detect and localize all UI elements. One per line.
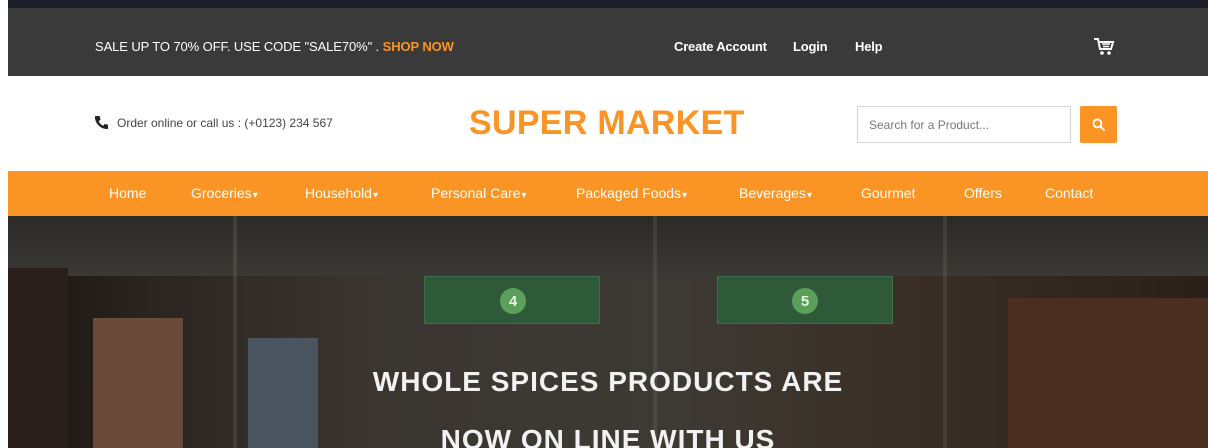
main-nav: Home Groceries▾ Household▾ Personal Care… bbox=[8, 171, 1208, 216]
nav-groceries[interactable]: Groceries▾ bbox=[191, 185, 258, 201]
phone-text: Order online or call us : (+0123) 234 56… bbox=[117, 115, 333, 130]
nav-groceries-label: Groceries bbox=[191, 185, 252, 201]
nav-household[interactable]: Household▾ bbox=[305, 185, 378, 201]
shopping-cart-icon[interactable] bbox=[1093, 37, 1115, 57]
search-input[interactable] bbox=[857, 106, 1071, 143]
nav-contact[interactable]: Contact bbox=[1045, 185, 1093, 201]
shop-now-link[interactable]: SHOP NOW bbox=[383, 39, 454, 54]
chevron-down-icon: ▾ bbox=[682, 190, 688, 201]
nav-gourmet[interactable]: Gourmet bbox=[861, 185, 915, 201]
nav-beverages[interactable]: Beverages▾ bbox=[739, 185, 812, 201]
aisle-sign-5: 5 bbox=[717, 276, 893, 324]
shelf-left bbox=[8, 268, 68, 448]
hero-title-line-1: WHOLE SPICES PRODUCTS ARE bbox=[372, 366, 844, 397]
chevron-down-icon: ▾ bbox=[806, 190, 812, 201]
nav-offers[interactable]: Offers bbox=[964, 185, 1002, 201]
hero-ceiling bbox=[8, 216, 1208, 276]
nav-packaged-foods-label: Packaged Foods bbox=[576, 185, 682, 201]
chevron-down-icon: ▾ bbox=[252, 190, 258, 201]
nav-contact-label: Contact bbox=[1045, 185, 1094, 201]
nav-gourmet-label: Gourmet bbox=[861, 185, 916, 201]
chevron-down-icon: ▾ bbox=[521, 190, 527, 201]
nav-personal-care[interactable]: Personal Care▾ bbox=[431, 185, 527, 201]
phone-icon bbox=[94, 115, 109, 130]
nav-beverages-label: Beverages bbox=[739, 185, 806, 201]
ceiling-beam bbox=[233, 216, 237, 448]
search-icon bbox=[1092, 118, 1105, 131]
brand-logo[interactable]: SUPER MARKET bbox=[469, 104, 745, 143]
site-header: Order online or call us : (+0123) 234 56… bbox=[8, 76, 1208, 171]
top-bar: SALE UP TO 70% OFF. USE CODE "SALE70%" .… bbox=[8, 8, 1208, 76]
create-account-link[interactable]: Create Account bbox=[674, 39, 767, 54]
promo-text: SALE UP TO 70% OFF. USE CODE "SALE70%" . bbox=[95, 39, 383, 54]
ceiling-beam bbox=[653, 216, 657, 448]
hero-title-line-2: NOW ON LINE WITH US bbox=[440, 424, 776, 448]
nav-offers-label: Offers bbox=[964, 185, 1002, 201]
promo-banner: SALE UP TO 70% OFF. USE CODE "SALE70%" .… bbox=[95, 39, 454, 54]
aisle-number: 4 bbox=[500, 288, 526, 314]
nav-personal-care-label: Personal Care bbox=[431, 185, 521, 201]
nav-home[interactable]: Home bbox=[109, 185, 146, 201]
ceiling-beam bbox=[943, 216, 947, 448]
login-link[interactable]: Login bbox=[793, 39, 828, 54]
aisle-sign-4: 4 bbox=[424, 276, 600, 324]
nav-packaged-foods[interactable]: Packaged Foods▾ bbox=[576, 185, 687, 201]
nav-home-label: Home bbox=[109, 185, 147, 201]
hero-banner: 4 5 WHOLE SPICES PRODUCTS ARE NOW ON LIN… bbox=[8, 216, 1208, 448]
chevron-down-icon: ▾ bbox=[372, 190, 378, 201]
phone-contact: Order online or call us : (+0123) 234 56… bbox=[94, 115, 333, 130]
help-link[interactable]: Help bbox=[855, 39, 883, 54]
nav-household-label: Household bbox=[305, 185, 372, 201]
search-button[interactable] bbox=[1080, 106, 1117, 143]
top-strip bbox=[8, 0, 1208, 8]
aisle-number: 5 bbox=[792, 288, 818, 314]
